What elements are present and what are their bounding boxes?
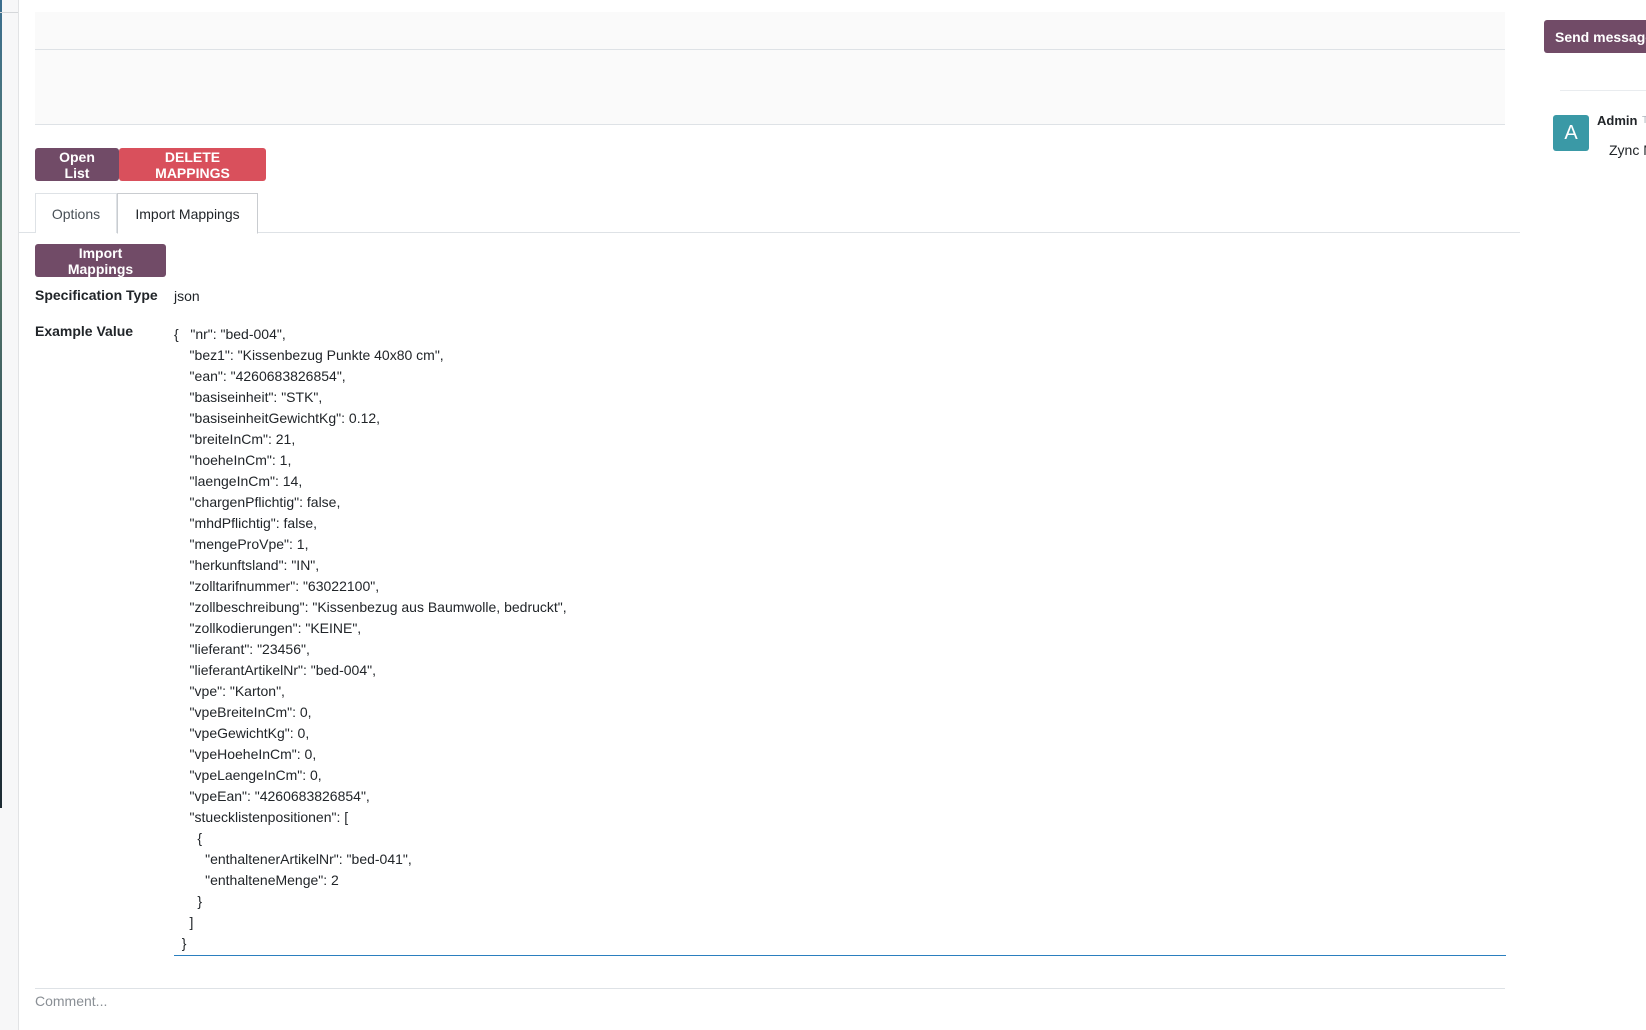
notebook-tabs: Options Import Mappings	[19, 193, 1521, 234]
send-message-button[interactable]: Send message	[1544, 20, 1646, 53]
delete-mappings-button[interactable]: DELETE MAPPINGS	[119, 148, 266, 181]
open-list-button[interactable]: Open List	[35, 148, 119, 181]
form-sheet: Open List DELETE MAPPINGS Options Import…	[18, 0, 1522, 1030]
message-author[interactable]: Admin	[1597, 113, 1637, 128]
message-body: Zync M	[1609, 142, 1646, 158]
empty-list-row	[35, 12, 1505, 50]
empty-list-row	[35, 87, 1505, 125]
tab-options[interactable]: Options	[35, 193, 117, 233]
message-date: T	[1642, 115, 1646, 126]
avatar[interactable]: A	[1553, 115, 1589, 151]
tab-import-mappings[interactable]: Import Mappings	[117, 193, 258, 234]
background-strip	[0, 0, 2, 808]
comment-input[interactable]: Comment...	[35, 993, 107, 1009]
import-mappings-button[interactable]: Import Mappings	[35, 244, 166, 277]
specification-type-value[interactable]: json	[174, 288, 200, 304]
comment-divider	[35, 988, 1505, 989]
chatter-panel: Send message A Admin T Zync M	[1520, 0, 1646, 1030]
example-value-field[interactable]: { "nr": "bed-004", "bez1": "Kissenbezug …	[174, 324, 1506, 956]
chatter-divider	[1560, 90, 1646, 91]
empty-list-row	[35, 50, 1505, 88]
example-value-label: Example Value	[35, 323, 134, 339]
specification-type-label: Specification Type	[35, 287, 158, 303]
